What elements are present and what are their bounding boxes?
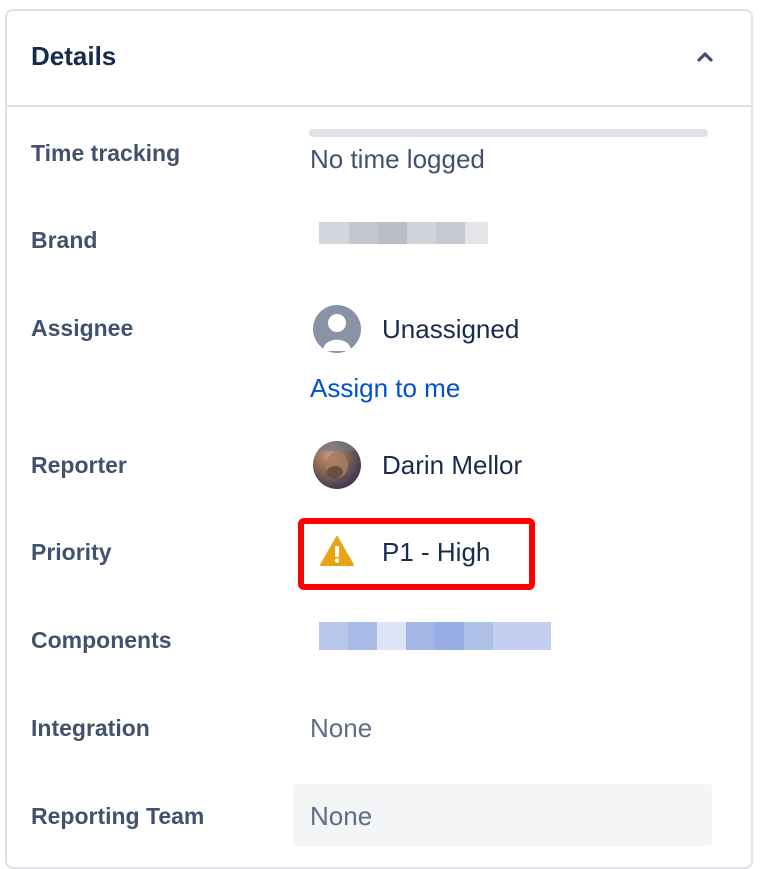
components-label: Components bbox=[31, 627, 172, 653]
integration-label: Integration bbox=[31, 715, 150, 741]
priority-value[interactable]: P1 - High bbox=[382, 537, 490, 568]
reporting-team-value[interactable]: None bbox=[310, 801, 372, 832]
user-avatar-icon bbox=[313, 305, 361, 353]
time-tracking-value[interactable]: No time logged bbox=[310, 144, 485, 175]
brand-label: Brand bbox=[31, 227, 98, 253]
time-tracking-bar[interactable] bbox=[309, 129, 708, 137]
time-tracking-label: Time tracking bbox=[31, 140, 181, 166]
reporting-team-label: Reporting Team bbox=[31, 803, 205, 829]
warning-triangle-icon bbox=[320, 536, 354, 566]
chevron-up-icon bbox=[697, 52, 713, 62]
priority-label: Priority bbox=[31, 539, 112, 565]
panel-title: Details bbox=[31, 41, 117, 71]
reporter-label: Reporter bbox=[31, 452, 127, 478]
collapse-button[interactable] bbox=[693, 45, 717, 69]
integration-value[interactable]: None bbox=[310, 713, 372, 744]
assignee-label: Assignee bbox=[31, 315, 134, 341]
details-header[interactable]: Details bbox=[7, 11, 751, 107]
assign-to-me-link[interactable]: Assign to me bbox=[310, 373, 460, 404]
components-value-redacted[interactable] bbox=[319, 622, 551, 650]
reporter-value[interactable]: Darin Mellor bbox=[382, 450, 522, 481]
assignee-value[interactable]: Unassigned bbox=[382, 314, 519, 345]
brand-value-redacted[interactable] bbox=[319, 222, 488, 244]
reporter-avatar bbox=[313, 441, 361, 489]
